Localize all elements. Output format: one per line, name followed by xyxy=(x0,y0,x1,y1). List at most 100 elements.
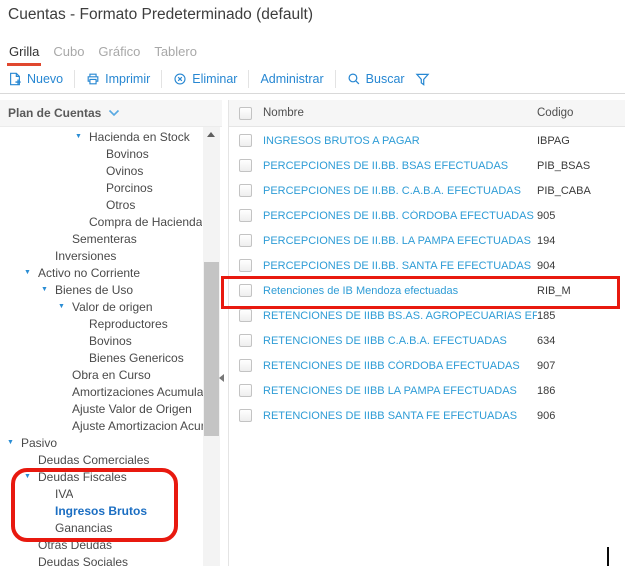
tab-tablero[interactable]: Tablero xyxy=(153,44,198,59)
tree-item[interactable]: ▼ Ingresos Brutos xyxy=(0,502,203,519)
row-checkbox[interactable] xyxy=(239,184,252,197)
tree-item[interactable]: ▼ Porcinos xyxy=(0,179,203,196)
tree-item-label: Bovinos xyxy=(89,334,132,348)
sidebar-scrollbar[interactable] xyxy=(203,127,220,566)
tree-item[interactable]: ▼ Inversiones xyxy=(0,247,203,264)
row-checkbox[interactable] xyxy=(239,159,252,172)
tree-item[interactable]: ▼ Bienes de Uso xyxy=(0,281,203,298)
tree-item[interactable]: ▼ Activo no Corriente xyxy=(0,264,203,281)
new-button[interactable]: Nuevo xyxy=(8,72,63,86)
row-checkbox[interactable] xyxy=(239,334,252,347)
scrollbar-thumb[interactable] xyxy=(204,262,219,436)
tree-item[interactable]: ▼ Deudas Fiscales xyxy=(0,468,203,485)
tree-item[interactable]: ▼ Amortizaciones Acumulad xyxy=(0,383,203,400)
account-name-link[interactable]: RETENCIONES DE IIBB SANTA FE EFECTUADAS xyxy=(263,410,537,422)
account-name-link[interactable]: PERCEPCIONES DE II.BB. CÓRDOBA EFECTUADA… xyxy=(263,210,537,222)
table-row[interactable]: PERCEPCIONES DE II.BB. SANTA FE EFECTUAD… xyxy=(229,253,625,278)
account-name-link[interactable]: PERCEPCIONES DE II.BB. LA PAMPA EFECTUAD… xyxy=(263,235,537,247)
print-button-label: Imprimir xyxy=(105,72,150,86)
tree-item[interactable]: ▼ Ajuste Amortizacion Acun xyxy=(0,417,203,434)
tree-item[interactable]: ▼ Reproductores xyxy=(0,315,203,332)
account-name-link[interactable]: INGRESOS BRUTOS A PAGAR xyxy=(263,135,537,147)
tree-item[interactable]: ▼ Pasivo xyxy=(0,434,203,451)
tree-item-label: Porcinos xyxy=(106,181,153,195)
tree-item[interactable]: ▼ Deudas Sociales xyxy=(0,553,203,566)
table-row[interactable]: RETENCIONES DE IIBB CÓRDOBA EFECTUADAS 9… xyxy=(229,353,625,378)
collapse-panel-icon[interactable] xyxy=(219,374,224,382)
table-row[interactable]: RETENCIONES DE IIBB BS.AS. AGROPECUARIAS… xyxy=(229,303,625,328)
table-row[interactable]: Retenciones de IB Mendoza efectuadas RIB… xyxy=(229,278,625,303)
account-name-link[interactable]: Retenciones de IB Mendoza efectuadas xyxy=(263,285,537,297)
table-row[interactable]: RETENCIONES DE IIBB C.A.B.A. EFECTUADAS … xyxy=(229,328,625,353)
tree-item[interactable]: ▼ Sementeras xyxy=(0,230,203,247)
tree-item[interactable]: ▼ Ajuste Valor de Origen xyxy=(0,400,203,417)
tree-item-label: Deudas Comerciales xyxy=(38,453,149,467)
expand-arrow-icon[interactable]: ▼ xyxy=(24,468,38,485)
tree-item-label: Ganancias xyxy=(55,521,112,535)
table-row[interactable]: PERCEPCIONES DE II.BB. C.A.B.A. EFECTUAD… xyxy=(229,178,625,203)
row-checkbox[interactable] xyxy=(239,309,252,322)
row-checkbox[interactable] xyxy=(239,259,252,272)
account-name-link[interactable]: RETENCIONES DE IIBB C.A.B.A. EFECTUADAS xyxy=(263,335,537,347)
table-row[interactable]: PERCEPCIONES DE II.BB. BSAS EFECTUADAS P… xyxy=(229,153,625,178)
tree-item[interactable]: ▼ IVA xyxy=(0,485,203,502)
tree-item-label: Otras Deudas xyxy=(38,538,112,552)
row-checkbox[interactable] xyxy=(239,134,252,147)
tab-cubo[interactable]: Cubo xyxy=(52,44,85,59)
row-checkbox[interactable] xyxy=(239,409,252,422)
scrollbar-up-arrow-icon[interactable] xyxy=(207,132,215,137)
row-checkbox[interactable] xyxy=(239,209,252,222)
sidebar-header-label: Plan de Cuentas xyxy=(8,106,101,120)
tree-item[interactable]: ▼ Otras Deudas xyxy=(0,536,203,553)
tab-grafico[interactable]: Gráfico xyxy=(97,44,141,59)
table-row[interactable]: PERCEPCIONES DE II.BB. LA PAMPA EFECTUAD… xyxy=(229,228,625,253)
manage-button[interactable]: Administrar xyxy=(260,72,323,86)
account-code: 185 xyxy=(537,310,625,322)
search-button-label: Buscar xyxy=(366,72,405,86)
table-row[interactable]: RETENCIONES DE IIBB LA PAMPA EFECTUADAS … xyxy=(229,378,625,403)
chevron-down-icon xyxy=(108,109,120,117)
account-code: IBPAG xyxy=(537,135,625,147)
table-row[interactable]: RETENCIONES DE IIBB SANTA FE EFECTUADAS … xyxy=(229,403,625,428)
select-all-checkbox[interactable] xyxy=(239,107,252,120)
row-checkbox[interactable] xyxy=(239,359,252,372)
search-button[interactable]: Buscar xyxy=(347,72,405,86)
tab-grilla[interactable]: Grilla xyxy=(8,44,40,59)
tree-item[interactable]: ▼ Valor de origen xyxy=(0,298,203,315)
expand-arrow-icon[interactable]: ▼ xyxy=(41,281,55,298)
sidebar-header[interactable]: Plan de Cuentas xyxy=(0,100,222,127)
tree-item[interactable]: ▼ Obra en Curso xyxy=(0,366,203,383)
tree-item[interactable]: ▼ Ganancias xyxy=(0,519,203,536)
tree-item-label: Deudas Fiscales xyxy=(38,470,127,484)
account-name-link[interactable]: PERCEPCIONES DE II.BB. SANTA FE EFECTUAD… xyxy=(263,260,537,272)
tree-item[interactable]: ▼ Bovinos xyxy=(0,145,203,162)
tree-item-label: Ajuste Valor de Origen xyxy=(72,402,192,416)
account-name-link[interactable]: PERCEPCIONES DE II.BB. BSAS EFECTUADAS xyxy=(263,160,537,172)
expand-arrow-icon[interactable]: ▼ xyxy=(7,434,21,451)
account-name-link[interactable]: RETENCIONES DE IIBB CÓRDOBA EFECTUADAS xyxy=(263,360,537,372)
delete-button[interactable]: Eliminar xyxy=(173,72,237,86)
tree-item[interactable]: ▼ Deudas Comerciales xyxy=(0,451,203,468)
expand-arrow-icon[interactable]: ▼ xyxy=(75,128,89,145)
row-checkbox[interactable] xyxy=(239,234,252,247)
tree-item[interactable]: ▼ Otros xyxy=(0,196,203,213)
tree-item[interactable]: ▼ Ovinos xyxy=(0,162,203,179)
expand-arrow-icon[interactable]: ▼ xyxy=(24,264,38,281)
account-name-link[interactable]: PERCEPCIONES DE II.BB. C.A.B.A. EFECTUAD… xyxy=(263,185,537,197)
row-checkbox[interactable] xyxy=(239,384,252,397)
accounts-table: INGRESOS BRUTOS A PAGAR IBPAG PERCEPCION… xyxy=(229,128,625,428)
filter-button[interactable] xyxy=(415,72,430,87)
tree-item[interactable]: ▼ Bienes Genericos xyxy=(0,349,203,366)
tree-item[interactable]: ▼ Compra de Hacienda xyxy=(0,213,203,230)
tree-item[interactable]: ▼ Bovinos xyxy=(0,332,203,349)
tree-item-label: Ovinos xyxy=(106,164,143,178)
account-name-link[interactable]: RETENCIONES DE IIBB LA PAMPA EFECTUADAS xyxy=(263,385,537,397)
print-button[interactable]: Imprimir xyxy=(86,72,150,86)
account-name-link[interactable]: RETENCIONES DE IIBB BS.AS. AGROPECUARIAS… xyxy=(263,310,537,322)
tree-item-label: Activo no Corriente xyxy=(38,266,140,280)
expand-arrow-icon[interactable]: ▼ xyxy=(58,298,72,315)
table-row[interactable]: INGRESOS BRUTOS A PAGAR IBPAG xyxy=(229,128,625,153)
tree-item[interactable]: ▼ Hacienda en Stock xyxy=(0,128,203,145)
table-row[interactable]: PERCEPCIONES DE II.BB. CÓRDOBA EFECTUADA… xyxy=(229,203,625,228)
row-checkbox[interactable] xyxy=(239,284,252,297)
